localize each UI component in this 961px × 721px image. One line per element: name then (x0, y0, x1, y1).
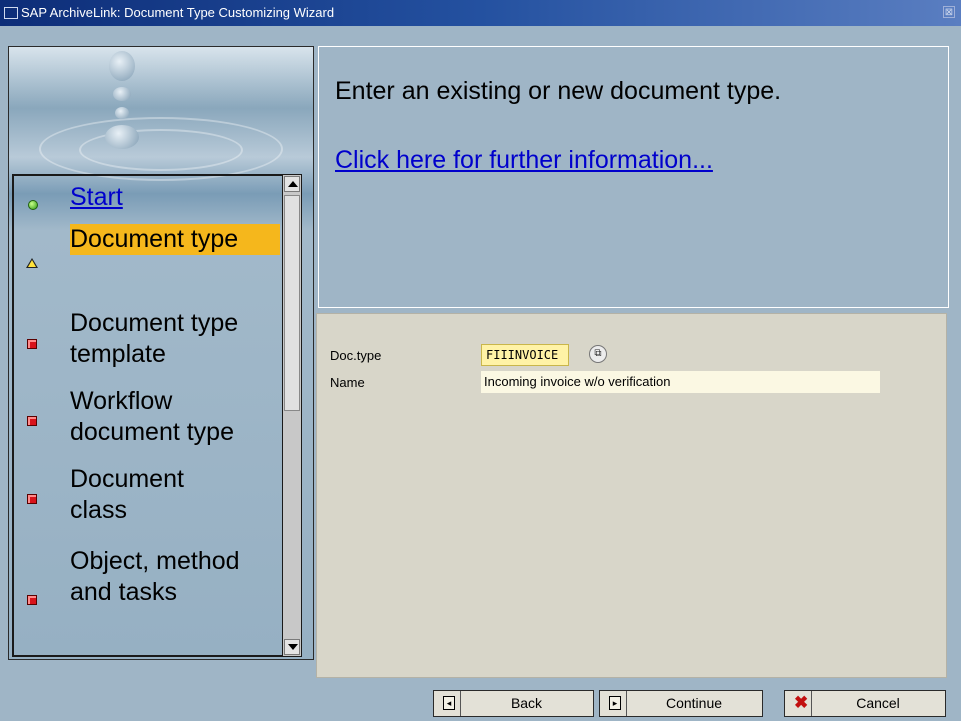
window-titlebar: SAP ArchiveLink: Document Type Customizi… (0, 0, 961, 26)
name-label: Name (330, 375, 365, 390)
step-object-method-tasks: Object, method and tasks (70, 547, 240, 606)
step-pending-icon (27, 339, 37, 349)
step-pending-icon (27, 416, 37, 426)
step-document-type: Document type (70, 224, 280, 255)
name-input[interactable]: Incoming invoice w/o verification (481, 371, 880, 393)
continue-icon: ▸ (609, 696, 621, 710)
form-pane: Doc.type FIIINVOICE ⧉ Name Incoming invo… (316, 313, 947, 678)
step-pending-icon (27, 494, 37, 504)
step-complete-icon (28, 200, 38, 210)
doctype-label: Doc.type (330, 348, 382, 363)
step-start-link[interactable]: Start (70, 182, 123, 213)
back-button-label: Back (510, 695, 543, 711)
doctype-input[interactable]: FIIINVOICE (481, 344, 569, 366)
water-ripple-decoration (79, 129, 243, 171)
step-list-scrollbar[interactable] (282, 174, 302, 657)
arrow-up-icon (288, 181, 298, 187)
water-drop-decoration (109, 51, 135, 81)
cancel-button-label: Cancel (856, 695, 900, 711)
button-separator (811, 691, 812, 716)
value-help-button[interactable]: ⧉ (589, 345, 607, 363)
arrow-down-icon (288, 644, 298, 650)
value-help-icon: ⧉ (594, 348, 602, 359)
window-menu-icon[interactable] (4, 6, 18, 19)
continue-button-label: Continue (665, 695, 723, 711)
step-document-class: Document class (70, 465, 184, 524)
water-drop-decoration (115, 107, 129, 119)
scroll-thumb[interactable] (284, 195, 300, 411)
further-info-link[interactable]: Click here for further information... (335, 146, 713, 175)
step-current-icon (26, 258, 38, 268)
cancel-button[interactable]: ✖ Cancel (784, 690, 946, 717)
window-title: SAP ArchiveLink: Document Type Customizi… (21, 5, 335, 20)
wizard-step-list: Start Document type Document type templa… (12, 174, 287, 657)
continue-button[interactable]: ▸ Continue (599, 690, 763, 717)
cancel-icon: ✖ (794, 693, 809, 712)
step-pending-icon (27, 595, 37, 605)
water-drop-decoration (105, 125, 139, 149)
back-button[interactable]: ◂ Back (433, 690, 594, 717)
step-workflow-document-type: Workflow document type (70, 387, 234, 446)
water-drop-decoration (113, 87, 131, 101)
scroll-down-button[interactable] (284, 639, 300, 655)
step-document-type-template: Document type template (70, 309, 239, 368)
button-separator (626, 691, 627, 716)
info-heading: Enter an existing or new document type. (335, 77, 782, 105)
scroll-up-button[interactable] (284, 176, 300, 192)
back-icon: ◂ (443, 696, 455, 710)
button-separator (460, 691, 461, 716)
info-pane: Enter an existing or new document type. … (318, 46, 949, 308)
close-icon[interactable]: ⊠ (943, 6, 955, 18)
